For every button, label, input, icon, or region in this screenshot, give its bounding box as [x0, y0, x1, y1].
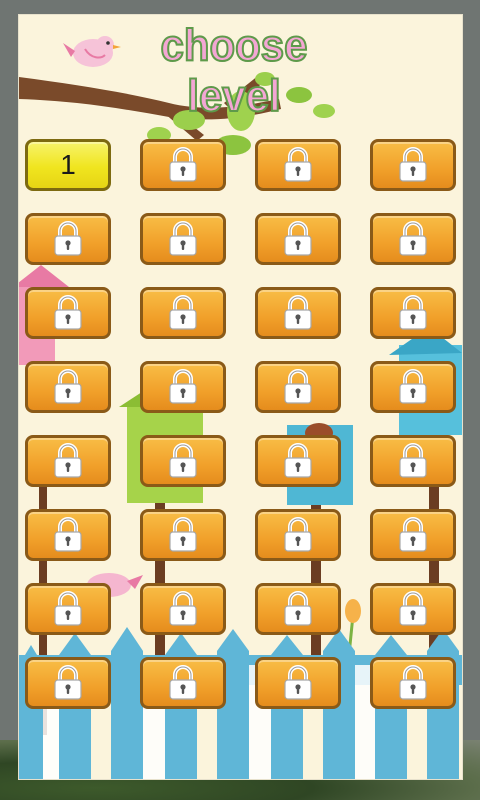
padlock-icon [394, 220, 432, 258]
level-button-locked[interactable] [370, 361, 456, 413]
level-button-locked[interactable] [25, 435, 111, 487]
level-button-locked[interactable] [140, 435, 226, 487]
level-button-locked[interactable] [370, 139, 456, 191]
padlock-icon [394, 442, 432, 480]
level-button-locked[interactable] [25, 361, 111, 413]
level-button-locked[interactable] [140, 361, 226, 413]
padlock-icon [394, 516, 432, 554]
padlock-icon [164, 516, 202, 554]
padlock-icon [279, 664, 317, 702]
level-button-locked[interactable] [25, 287, 111, 339]
level-grid: 1 [19, 15, 462, 779]
level-button-locked[interactable] [25, 583, 111, 635]
level-number: 1 [60, 149, 76, 180]
level-select-panel: choose level 1 [18, 14, 463, 780]
padlock-icon [279, 590, 317, 628]
level-button-locked[interactable] [255, 213, 341, 265]
padlock-icon [394, 294, 432, 332]
padlock-icon [49, 220, 87, 258]
level-button-locked[interactable] [140, 509, 226, 561]
level-button-locked[interactable] [25, 213, 111, 265]
padlock-icon [49, 516, 87, 554]
padlock-icon [279, 146, 317, 184]
padlock-icon [49, 368, 87, 406]
level-button-locked[interactable] [140, 657, 226, 709]
padlock-icon [49, 294, 87, 332]
level-button-locked[interactable] [370, 509, 456, 561]
padlock-icon [279, 294, 317, 332]
level-button-locked[interactable] [255, 509, 341, 561]
padlock-icon [164, 146, 202, 184]
level-button-locked[interactable] [370, 213, 456, 265]
padlock-icon [49, 664, 87, 702]
padlock-icon [164, 294, 202, 332]
padlock-icon [164, 664, 202, 702]
level-button-locked[interactable] [140, 287, 226, 339]
level-button-locked[interactable] [255, 139, 341, 191]
padlock-icon [279, 442, 317, 480]
padlock-icon [279, 516, 317, 554]
level-button-locked[interactable] [370, 657, 456, 709]
level-button-locked[interactable] [25, 509, 111, 561]
level-button-locked[interactable] [370, 287, 456, 339]
padlock-icon [394, 590, 432, 628]
padlock-icon [164, 368, 202, 406]
level-button-locked[interactable] [140, 583, 226, 635]
level-button-locked[interactable] [25, 657, 111, 709]
padlock-icon [164, 590, 202, 628]
level-button-locked[interactable] [140, 213, 226, 265]
level-button-locked[interactable] [370, 435, 456, 487]
padlock-icon [49, 442, 87, 480]
padlock-icon [394, 664, 432, 702]
padlock-icon [164, 442, 202, 480]
level-button-locked[interactable] [255, 287, 341, 339]
level-button-1[interactable]: 1 [25, 139, 111, 191]
level-button-locked[interactable] [255, 583, 341, 635]
level-button-locked[interactable] [255, 361, 341, 413]
level-button-locked[interactable] [370, 583, 456, 635]
level-button-locked[interactable] [255, 435, 341, 487]
level-button-locked[interactable] [255, 657, 341, 709]
level-button-locked[interactable] [140, 139, 226, 191]
padlock-icon [164, 220, 202, 258]
padlock-icon [394, 146, 432, 184]
padlock-icon [279, 220, 317, 258]
padlock-icon [49, 590, 87, 628]
padlock-icon [279, 368, 317, 406]
padlock-icon [394, 368, 432, 406]
